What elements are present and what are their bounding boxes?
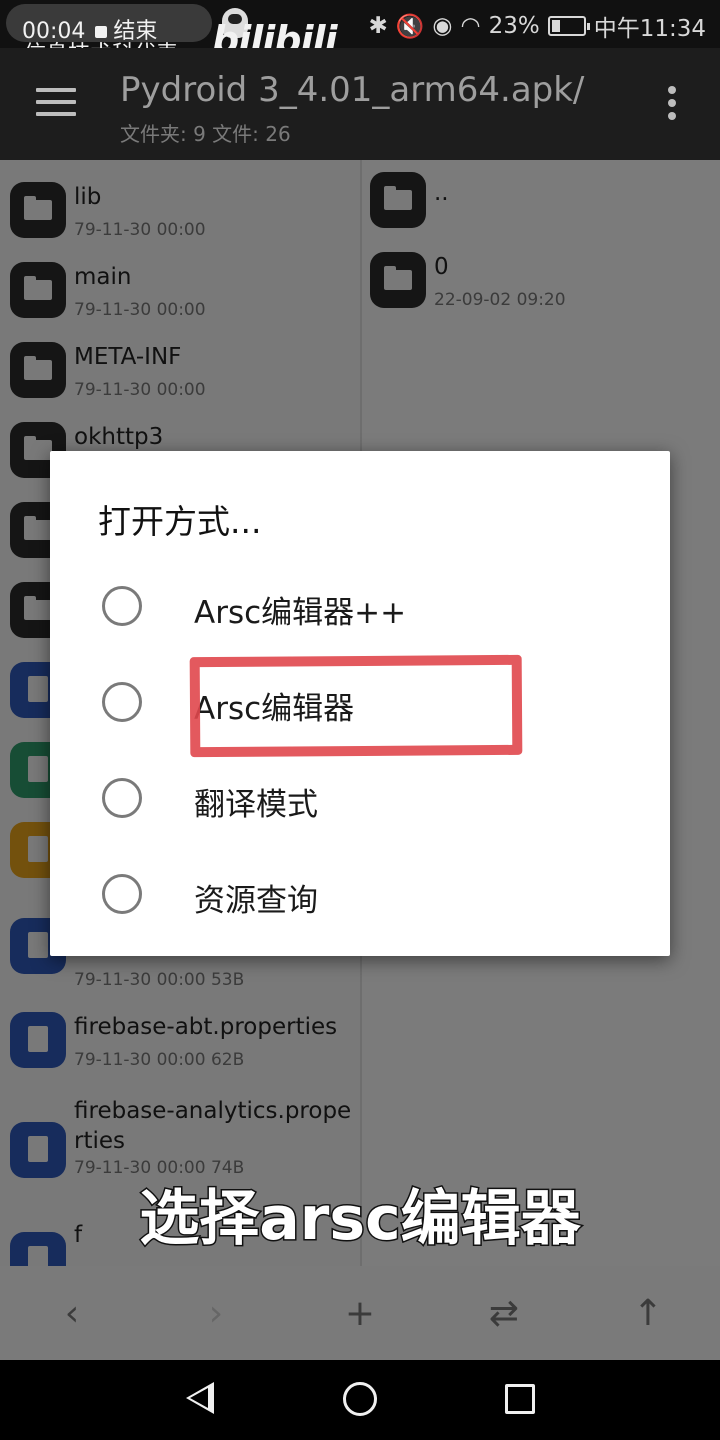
menu-icon[interactable] (36, 88, 76, 116)
radio-button[interactable] (102, 586, 142, 626)
radio-button[interactable] (102, 778, 142, 818)
battery-percent: 23% (488, 13, 540, 39)
status-indicators: ✱ 🔇 ◉ ◠ 23% 中午11:34 (369, 9, 707, 43)
nav-back-icon[interactable] (186, 1382, 214, 1414)
bottom-toolbar: ‹ › + ⇄ ↑ (0, 1266, 720, 1360)
option-label: 资源查询 (194, 883, 318, 919)
bluetooth-icon: ✱ (368, 13, 388, 39)
radio-button[interactable] (102, 682, 142, 722)
battery-icon (547, 16, 590, 36)
option-arsc-editor-plus[interactable]: Arsc编辑器++ (50, 561, 670, 651)
nav-home-icon[interactable] (343, 1382, 377, 1416)
option-label: Arsc编辑器++ (194, 595, 407, 631)
parent-directory-button[interactable]: ↑ (624, 1290, 672, 1338)
page-title: Pydroid 3_4.01_arm64.apk/ (120, 70, 585, 110)
swap-panes-button[interactable]: ⇄ (480, 1290, 528, 1338)
option-translate-mode[interactable]: 翻译模式 (50, 753, 670, 843)
forward-button[interactable]: › (192, 1290, 240, 1338)
wifi-icon: ◠ (460, 13, 481, 39)
status-bar: 00:04结束 信息技术科代表 bilibili ✱ 🔇 ◉ ◠ 23% 中午1… (0, 0, 720, 67)
video-caption: 选择arsc编辑器 (138, 1183, 582, 1256)
mute-icon: 🔇 (395, 13, 425, 40)
system-nav-bar (0, 1360, 720, 1440)
dialog-title: 打开方式... (98, 502, 262, 541)
highlight-annotation (189, 654, 523, 758)
back-button[interactable]: ‹ (48, 1290, 96, 1338)
app-bar: Pydroid 3_4.01_arm64.apk/ 文件夹: 9 文件: 26 (0, 48, 720, 160)
folder-file-count: 文件夹: 9 文件: 26 (120, 122, 291, 146)
nav-recents-icon[interactable] (505, 1384, 535, 1414)
eye-comfort-icon: ◉ (432, 13, 453, 39)
radio-button[interactable] (102, 874, 142, 914)
open-with-dialog: 打开方式... Arsc编辑器++ Arsc编辑器 翻译模式 资源查询 (50, 451, 670, 956)
clock: 中午11:34 (593, 16, 706, 42)
option-resource-query[interactable]: 资源查询 (50, 849, 670, 939)
more-options-icon[interactable] (668, 86, 676, 122)
option-label: 翻译模式 (194, 787, 318, 823)
add-button[interactable]: + (336, 1290, 384, 1338)
